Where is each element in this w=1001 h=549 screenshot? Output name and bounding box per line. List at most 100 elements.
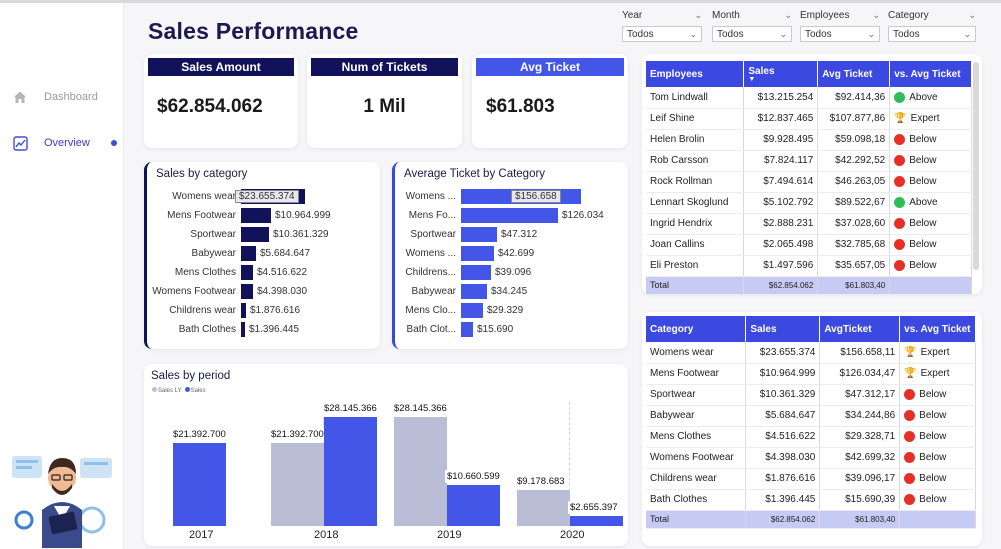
table-cell-status: Below	[889, 234, 972, 256]
filter-year[interactable]: Year ⌄ Todos ⌄	[622, 8, 702, 42]
filter-category[interactable]: Category ⌄ Todos ⌄	[888, 8, 976, 42]
table-row[interactable]: Bath Clothes $1.396.445 $15.690,39 Below	[646, 489, 976, 511]
status-label: Above	[909, 197, 938, 208]
filter-select[interactable]: Todos ⌄	[622, 26, 702, 42]
table-row[interactable]: Joan Callins $2.065.498 $32.785,68 Below	[646, 234, 972, 256]
filter-select[interactable]: Todos ⌄	[712, 26, 792, 42]
status-label: Below	[909, 155, 937, 166]
status-red-icon	[904, 389, 916, 400]
bar[interactable]	[241, 246, 256, 261]
table-cell: Mens Clothes	[646, 426, 747, 448]
period-bar[interactable]	[394, 417, 447, 526]
sales-by-category-chart: Sales by category Womens wear $23.655.374…	[144, 162, 380, 349]
total-cell	[899, 510, 976, 529]
filter-month[interactable]: Month ⌄ Todos ⌄	[712, 8, 792, 42]
avg-ticket-by-category-chart: Average Ticket by Category Womens ... $15…	[392, 162, 628, 349]
table-row[interactable]: Womens wear $23.655.374 $156.658,11 🏆 Expert	[646, 342, 976, 364]
table-cell: $47.312,17	[819, 384, 901, 406]
bar-value-label: $10.361.329	[273, 229, 329, 240]
period-bar[interactable]	[447, 485, 500, 526]
bar-value-label: $4.516.622	[257, 267, 308, 278]
sidebar-item-overview[interactable]: Overview	[12, 133, 90, 153]
period-bar[interactable]	[324, 417, 377, 526]
status-label: Expert	[920, 368, 950, 379]
bar-row[interactable]: Mens Clothes $4.516.622	[147, 264, 307, 281]
status-red-icon	[904, 494, 916, 505]
filter-select[interactable]: Todos ⌄	[888, 26, 976, 42]
bar-value-label: $34.245	[491, 286, 528, 297]
table-cell-status: Below	[899, 426, 976, 448]
column-header[interactable]: Category	[646, 316, 747, 342]
bar-row[interactable]: Mens Footwear $10.964.999	[147, 207, 331, 224]
bar-row[interactable]: Childrens... $39.096	[395, 264, 531, 281]
bar[interactable]	[241, 208, 271, 223]
bar[interactable]	[241, 284, 253, 299]
table-cell-status: Below	[889, 255, 972, 277]
status-label: Below	[909, 260, 937, 271]
bar-row[interactable]: Bath Clothes $1.396.445	[147, 321, 299, 338]
column-header[interactable]: Sales	[745, 316, 821, 342]
table-row[interactable]: Helen Brolin $9.928.495 $59.098,18 Below	[646, 129, 972, 151]
bar-row[interactable]: Mens Fo... $126.034	[395, 207, 604, 224]
period-bar[interactable]	[271, 443, 324, 526]
chart-title: Sales by category	[156, 168, 248, 180]
x-tick-label: 2020	[560, 529, 585, 541]
table-row[interactable]: Womens Footwear $4.398.030 $42.699,32 Below	[646, 447, 976, 469]
column-header[interactable]: Employees	[646, 61, 745, 87]
table-row[interactable]: Tom Lindwall $13.215.254 $92.414,36 Above	[646, 87, 972, 109]
table-cell-status: Above	[889, 87, 972, 109]
bar[interactable]	[461, 227, 497, 242]
status-red-icon	[904, 431, 916, 442]
bar[interactable]	[461, 246, 494, 261]
bar[interactable]	[241, 322, 245, 337]
table-scrollbar[interactable]	[973, 62, 979, 270]
period-bar[interactable]	[570, 516, 623, 526]
bar[interactable]	[461, 265, 491, 280]
bar-row[interactable]: Mens Clo... $29.329	[395, 302, 523, 319]
bar-row[interactable]: Bath Clot... $15.690	[395, 321, 513, 338]
bar-row[interactable]: Womens wear $23.655.374	[147, 188, 305, 205]
table-cell: $42.699,32	[819, 447, 901, 469]
column-header[interactable]: Sales ▼	[743, 61, 819, 87]
bar-row[interactable]: Womens ... $42.699	[395, 245, 534, 262]
table-row[interactable]: Childrens wear $1.876.616 $39.096,17 Below	[646, 468, 976, 490]
bar-row[interactable]: Sportwear $47.312	[395, 226, 537, 243]
bar-row[interactable]: Childrens wear $1.876.616	[147, 302, 300, 319]
filter-employees[interactable]: Employees ⌄ Todos ⌄	[800, 8, 880, 42]
bar-value-label: $10.964.999	[275, 210, 331, 221]
bar[interactable]	[241, 227, 269, 242]
filter-select[interactable]: Todos ⌄	[800, 26, 880, 42]
table-row[interactable]: Babywear $5.684.647 $34.244,86 Below	[646, 405, 976, 427]
column-header[interactable]: vs. Avg Ticket	[889, 61, 972, 87]
table-row[interactable]: Sportwear $10.361.329 $47.312,17 Below	[646, 384, 976, 406]
column-header[interactable]: AvgTicket	[819, 316, 901, 342]
bar[interactable]	[461, 208, 558, 223]
bar-category-label: Mens Footwear	[167, 210, 236, 221]
table-row[interactable]: Rob Carsson $7.824.117 $42.292,52 Below	[646, 150, 972, 172]
bar[interactable]	[461, 303, 483, 318]
bar-row[interactable]: Womens Footwear $4.398.030	[147, 283, 307, 300]
table-row[interactable]: Rock Rollman $7.494.614 $46.263,05 Below	[646, 171, 972, 193]
period-bar[interactable]	[517, 490, 570, 526]
bar[interactable]	[241, 265, 253, 280]
bar-row[interactable]: Womens ... $156.658	[395, 188, 581, 205]
table-row[interactable]: Ingrid Hendrix $2.888.231 $37.028,60 Below	[646, 213, 972, 235]
status-red-icon	[894, 218, 906, 229]
bar-row[interactable]: Sportwear $10.361.329	[147, 226, 329, 243]
sidebar-item-dashboard[interactable]: Dashboard	[12, 87, 98, 107]
bar-row[interactable]: Babywear $34.245	[395, 283, 527, 300]
table-row[interactable]: Mens Footwear $10.964.999 $126.034,47 🏆 Expe…	[646, 363, 976, 385]
table-row[interactable]: Leif Shine $12.837.465 $107.877,86 🏆 Expert	[646, 108, 972, 130]
table-row[interactable]: Lennart Skoglund $5.102.792 $89.522,67 Abov…	[646, 192, 972, 214]
period-bar[interactable]	[173, 443, 226, 526]
column-header[interactable]: Avg Ticket	[817, 61, 891, 87]
bar[interactable]	[461, 322, 473, 337]
table-cell: $39.096,17	[819, 468, 901, 490]
table-row[interactable]: Mens Clothes $4.516.622 $29.328,71 Below	[646, 426, 976, 448]
bar-row[interactable]: Babywear $5.684.647	[147, 245, 310, 262]
column-header[interactable]: vs. Avg Ticket	[899, 316, 976, 342]
sort-desc-icon: ▼	[748, 75, 756, 83]
bar[interactable]	[461, 284, 487, 299]
bar[interactable]	[241, 303, 246, 318]
table-row[interactable]: Eli Preston $1.497.596 $35.657,05 Below	[646, 255, 972, 277]
